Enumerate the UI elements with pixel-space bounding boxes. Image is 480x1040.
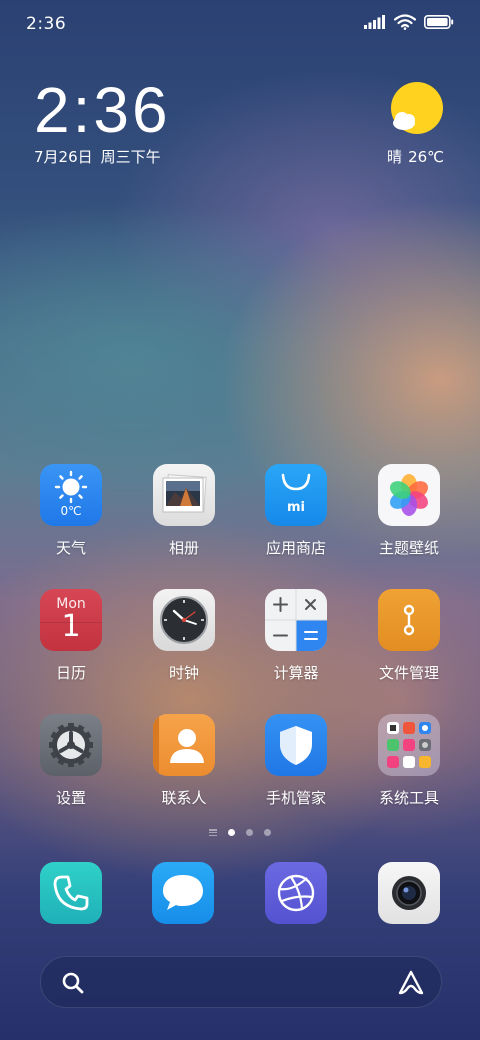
messages-icon (163, 875, 203, 910)
app-label: 文件管理 (378, 664, 439, 682)
gallery-icon (153, 464, 215, 526)
page-menu-icon[interactable] (209, 829, 217, 836)
page-indicator[interactable] (0, 829, 480, 836)
dock-browser[interactable] (265, 862, 327, 924)
weather-widget[interactable]: 晴 26℃ (364, 82, 444, 172)
weather-temperature: 26℃ (408, 148, 444, 166)
page-dot[interactable] (264, 829, 271, 836)
status-icons (364, 14, 454, 30)
app-label: 设置 (55, 789, 86, 807)
app-calendar[interactable]: Mon 1 日历 (21, 589, 121, 699)
calculator-icon (265, 589, 327, 651)
camera-icon (392, 876, 426, 910)
dock-phone[interactable] (40, 862, 102, 924)
app-clock[interactable]: 时钟 (134, 589, 234, 699)
app-security[interactable]: 手机管家 (246, 714, 346, 824)
search-icon[interactable] (61, 971, 85, 995)
contacts-icon (153, 714, 215, 776)
phone-icon (53, 875, 89, 911)
dock-camera[interactable] (378, 862, 440, 924)
calendar-icon: Mon 1 (40, 589, 102, 651)
status-bar: 2:36 (0, 0, 480, 50)
app-file-manager[interactable]: 文件管理 (359, 589, 459, 699)
app-label: 主题壁纸 (378, 539, 439, 557)
weekday-text: 周三下午 (100, 148, 161, 166)
app-settings[interactable]: 设置 (21, 714, 121, 824)
app-label: 联系人 (161, 789, 207, 807)
wifi-icon (394, 14, 416, 30)
app-store-icon: mi (265, 464, 327, 526)
battery-icon (424, 15, 454, 29)
system-tools-folder-icon (378, 714, 440, 776)
app-label: 应用商店 (265, 539, 326, 557)
clock-icon (153, 589, 215, 651)
app-contacts[interactable]: 联系人 (134, 714, 234, 824)
weather-text: 晴 26℃ (381, 146, 444, 167)
date-text: 7月26日 (34, 148, 93, 166)
app-weather[interactable]: 0℃ 天气 (21, 464, 121, 574)
app-system-tools-folder[interactable]: 系统工具 (359, 714, 459, 824)
app-label: 系统工具 (378, 789, 439, 807)
weather-tile-temp: 0℃ (60, 504, 82, 518)
file-manager-icon (378, 589, 440, 651)
sun-cloud-icon (391, 82, 443, 134)
security-icon (265, 714, 327, 776)
app-label: 日历 (55, 664, 86, 682)
weather-condition: 晴 (387, 148, 403, 166)
app-store[interactable]: mi 应用商店 (246, 464, 346, 574)
search-bar[interactable] (40, 956, 442, 1008)
app-label: 手机管家 (265, 789, 326, 807)
app-gallery[interactable]: 相册 (134, 464, 234, 574)
app-label: 相册 (168, 539, 199, 557)
app-store-mi: mi (286, 500, 305, 515)
page-dot[interactable] (246, 829, 253, 836)
signal-icon (364, 15, 385, 29)
app-label: 计算器 (273, 664, 319, 682)
clock-widget[interactable]: 2:36 7月26日 周三下午 (34, 78, 171, 167)
app-calculator[interactable]: 计算器 (246, 589, 346, 699)
app-themes[interactable]: 主题壁纸 (359, 464, 459, 574)
browser-icon (277, 874, 315, 912)
date-line: 7月26日 周三下午 (34, 146, 171, 167)
themes-icon (378, 464, 440, 526)
app-label: 天气 (55, 539, 86, 557)
assistant-icon[interactable] (397, 969, 425, 997)
weather-icon: 0℃ (40, 464, 102, 526)
app-label: 时钟 (168, 664, 199, 682)
home-screen: { "status_bar": { "time": "2:36", "icons… (0, 0, 480, 1040)
status-time: 2:36 (26, 14, 67, 34)
page-dot-active[interactable] (228, 829, 235, 836)
calendar-day-number: 1 (61, 609, 81, 644)
dock-messages[interactable] (152, 862, 214, 924)
settings-icon (40, 714, 102, 776)
clock-time: 2:36 (34, 74, 171, 146)
